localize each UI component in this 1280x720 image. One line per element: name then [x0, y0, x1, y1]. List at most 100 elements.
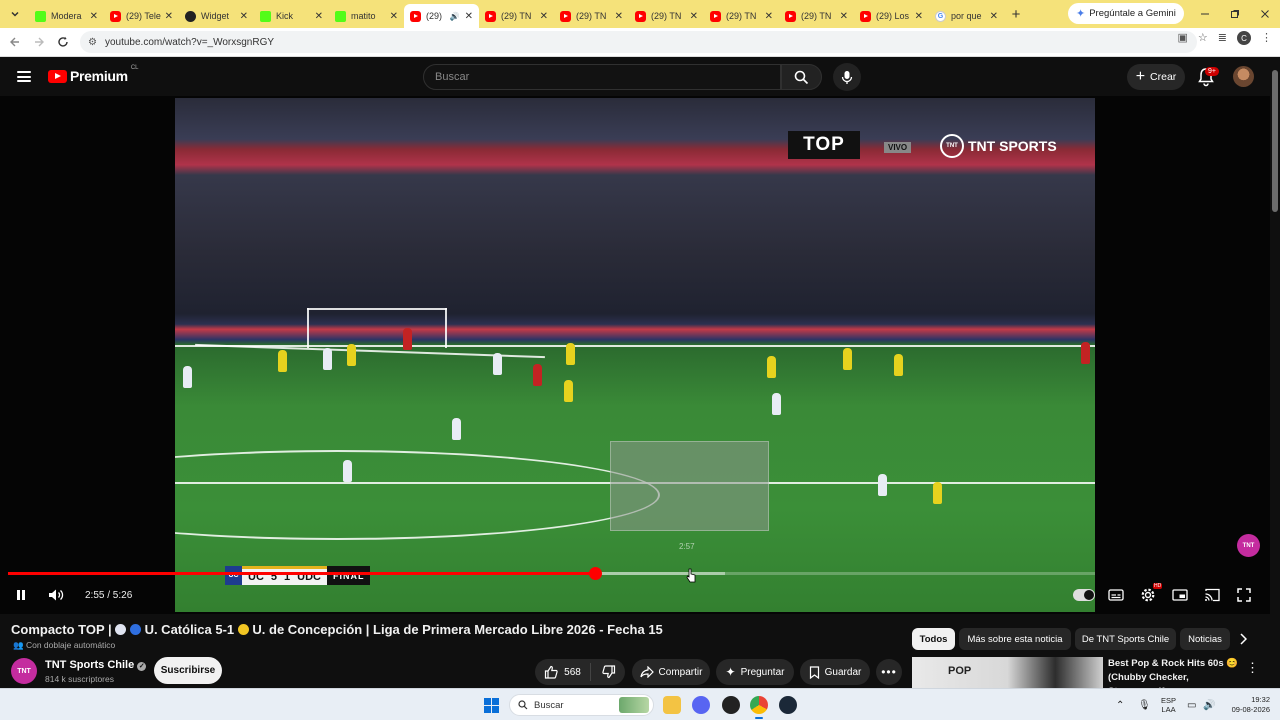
tab-close-icon[interactable]: ✕	[165, 11, 173, 22]
page-scrollbar[interactable]	[1270, 58, 1280, 688]
volume-tray-icon[interactable]: 🔊	[1203, 689, 1215, 720]
file-explorer-icon[interactable]	[663, 696, 681, 714]
profile-avatar[interactable]: C	[1237, 31, 1251, 45]
maximize-button[interactable]	[1220, 0, 1250, 28]
browser-tab[interactable]: (29) Los ✕	[854, 4, 929, 28]
minimize-button[interactable]	[1190, 0, 1220, 28]
sparkle-icon: ✦	[725, 665, 736, 679]
progress-bar[interactable]	[8, 567, 1095, 580]
browser-tab[interactable]: (29) TN ✕	[629, 4, 704, 28]
reload-icon	[58, 36, 68, 47]
tray-overflow-icon[interactable]: ⌃	[1116, 689, 1124, 720]
bookmark-star-icon[interactable]: ☆	[1198, 31, 1208, 45]
tab-close-icon[interactable]: ✕	[915, 11, 923, 22]
auto-dub-note: 👥 Con doblaje automático	[13, 640, 115, 651]
player-figure	[278, 350, 287, 372]
chip-from-channel[interactable]: De TNT Sports Chile	[1075, 628, 1176, 650]
tab-close-icon[interactable]: ✕	[90, 11, 98, 22]
browser-tab[interactable]: (29) TN ✕	[779, 4, 854, 28]
browser-tab[interactable]: Gpor que ✕	[929, 4, 1004, 28]
close-window-button[interactable]	[1250, 0, 1280, 28]
browser-tab[interactable]: Modera ✕	[29, 4, 104, 28]
dark-app-icon[interactable]	[722, 696, 740, 714]
browser-tab[interactable]: Kick ✕	[254, 4, 329, 28]
scrollbar-thumb[interactable]	[1272, 70, 1278, 212]
pause-button[interactable]	[12, 584, 30, 606]
shield-favicon-icon	[185, 10, 196, 22]
back-button[interactable]	[3, 30, 27, 54]
ask-gemini-button[interactable]: ✦ Pregúntale a Gemini	[1068, 3, 1184, 24]
channel-avatar[interactable]: TNT	[11, 658, 37, 684]
tab-close-icon[interactable]: ✕	[540, 11, 548, 22]
tab-close-icon[interactable]: ✕	[615, 11, 623, 22]
chip-all[interactable]: Todos	[912, 628, 955, 650]
menu-icon[interactable]	[17, 71, 31, 82]
site-info-icon[interactable]: ⚙	[88, 37, 97, 48]
media-controls-icon[interactable]: ≣	[1218, 31, 1227, 45]
chips-next-button[interactable]	[1233, 629, 1253, 649]
share-button[interactable]: Compartir	[632, 659, 710, 685]
more-actions-button[interactable]: •••	[876, 659, 902, 685]
account-avatar[interactable]	[1233, 66, 1254, 87]
tab-close-icon[interactable]: ✕	[765, 11, 773, 22]
new-tab-button[interactable]: +	[1006, 6, 1026, 23]
microphone-tray-icon[interactable]: 🎙	[1138, 689, 1151, 720]
mute-button[interactable]	[46, 584, 66, 606]
yt-favicon-icon	[110, 10, 121, 22]
create-button[interactable]: + Crear	[1127, 64, 1185, 90]
install-app-icon[interactable]: ▣	[1178, 31, 1188, 45]
video-player[interactable]: TOP VIVO TNT TNT SPORTS TNT 2:57 UC UC 5…	[0, 96, 1270, 614]
tab-close-icon[interactable]: ✕	[690, 11, 698, 22]
tab-close-icon[interactable]: ✕	[390, 11, 398, 22]
forward-button[interactable]	[27, 30, 51, 54]
taskbar-search[interactable]: Buscar	[509, 694, 654, 716]
tab-search-button[interactable]	[5, 4, 25, 24]
windows-start-icon[interactable]	[484, 698, 499, 713]
steam-icon[interactable]	[779, 696, 797, 714]
chip-more-news[interactable]: Más sobre esta noticia	[959, 628, 1071, 650]
voice-search-button[interactable]	[833, 63, 861, 91]
channel-watermark[interactable]: TNT	[1237, 534, 1260, 557]
like-button[interactable]: 568	[544, 665, 585, 679]
autoplay-toggle[interactable]	[1073, 589, 1095, 601]
fullscreen-button[interactable]	[1234, 584, 1254, 606]
discord-icon[interactable]	[692, 696, 710, 714]
browser-tab[interactable]: (29) TN ✕	[704, 4, 779, 28]
subscribe-button[interactable]: Suscribirse	[154, 657, 222, 684]
browser-tab[interactable]: Widget ✕	[179, 4, 254, 28]
channel-name[interactable]: TNT Sports Chile ✓	[45, 659, 147, 671]
system-clock[interactable]: 19:32 09-08-2026	[1230, 689, 1270, 720]
tab-close-icon[interactable]: ✕	[315, 11, 323, 22]
youtube-premium-logo[interactable]: Premium CL	[48, 65, 138, 84]
subtitles-button[interactable]	[1106, 584, 1126, 606]
reload-button[interactable]	[51, 30, 75, 54]
tab-close-icon[interactable]: ✕	[240, 11, 248, 22]
recommendation-menu-icon[interactable]: ⋮	[1246, 660, 1259, 676]
chrome-menu-icon[interactable]: ⋮	[1261, 31, 1272, 45]
browser-tab[interactable]: (29) 🔊 ✕	[404, 4, 479, 28]
browser-tab[interactable]: (29) Tele ✕	[104, 4, 179, 28]
recommended-video-thumbnail[interactable]: POP	[912, 657, 1103, 688]
scrubber-handle[interactable]	[588, 567, 602, 580]
save-button[interactable]: Guardar	[800, 659, 870, 685]
search-button[interactable]	[781, 64, 822, 90]
search-input[interactable]: Buscar	[423, 64, 781, 90]
address-bar[interactable]: ⚙ youtube.com/watch?v=_WorxsgnRGY	[80, 31, 1197, 53]
close-icon	[1261, 10, 1269, 18]
network-icon[interactable]: ▭	[1187, 689, 1196, 720]
browser-tab[interactable]: matito ✕	[329, 4, 404, 28]
dislike-button[interactable]	[596, 665, 616, 679]
chip-news[interactable]: Noticias	[1180, 628, 1230, 650]
tab-audio-icon[interactable]: 🔊	[450, 12, 460, 21]
tab-close-icon[interactable]: ✕	[990, 11, 998, 22]
ask-button[interactable]: ✦ Preguntar	[716, 659, 794, 685]
miniplayer-button[interactable]	[1170, 584, 1190, 606]
cast-button[interactable]	[1202, 584, 1222, 606]
tab-close-icon[interactable]: ✕	[465, 11, 473, 22]
browser-tab[interactable]: (29) TN ✕	[554, 4, 629, 28]
browser-tab[interactable]: (29) TN ✕	[479, 4, 554, 28]
tab-label: Modera	[51, 11, 82, 21]
tab-close-icon[interactable]: ✕	[840, 11, 848, 22]
language-indicator[interactable]: ESP LAA	[1161, 689, 1176, 720]
chrome-icon[interactable]	[750, 696, 768, 714]
